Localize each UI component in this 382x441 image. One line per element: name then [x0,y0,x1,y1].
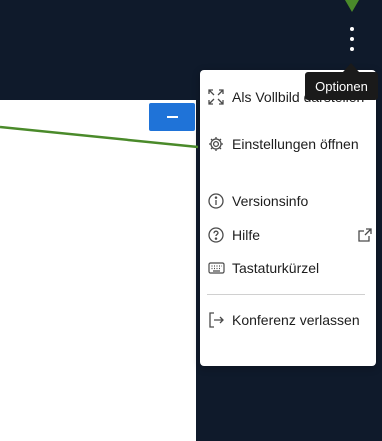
blue-toggle-button[interactable] [149,103,195,131]
menu-item-leave-conference[interactable]: Konferenz verlassen [207,311,373,330]
tooltip-caret [343,63,359,72]
gear-icon [207,135,225,153]
options-button[interactable] [345,27,359,51]
menu-item-label: Einstellungen öffnen [232,136,359,152]
help-icon [207,226,225,244]
dot [350,47,354,51]
menu-item-label: Konferenz verlassen [232,312,360,328]
menu-item-label: Hilfe [232,227,261,243]
menu-item-settings[interactable]: Einstellungen öffnen [207,135,373,154]
info-icon [207,192,225,210]
external-link-icon [357,227,373,243]
menu-item-version-info[interactable]: Versionsinfo [207,192,373,211]
dot [350,27,354,31]
menu-item-label: Versionsinfo [232,193,309,209]
dot [350,37,354,41]
menu-divider [207,294,365,295]
fullscreen-icon [207,88,225,106]
menu-item-keyboard-shortcuts[interactable]: Tastaturkürzel [207,259,373,278]
keyboard-icon [207,259,225,277]
logout-icon [207,311,225,329]
options-tooltip: Optionen [305,72,378,100]
minus-icon [166,116,178,118]
menu-item-label: Tastaturkürzel [232,260,320,276]
options-menu: Als Vollbild darstellen Einstellungen öf… [200,70,376,366]
menu-item-help[interactable]: Hilfe [207,226,373,245]
